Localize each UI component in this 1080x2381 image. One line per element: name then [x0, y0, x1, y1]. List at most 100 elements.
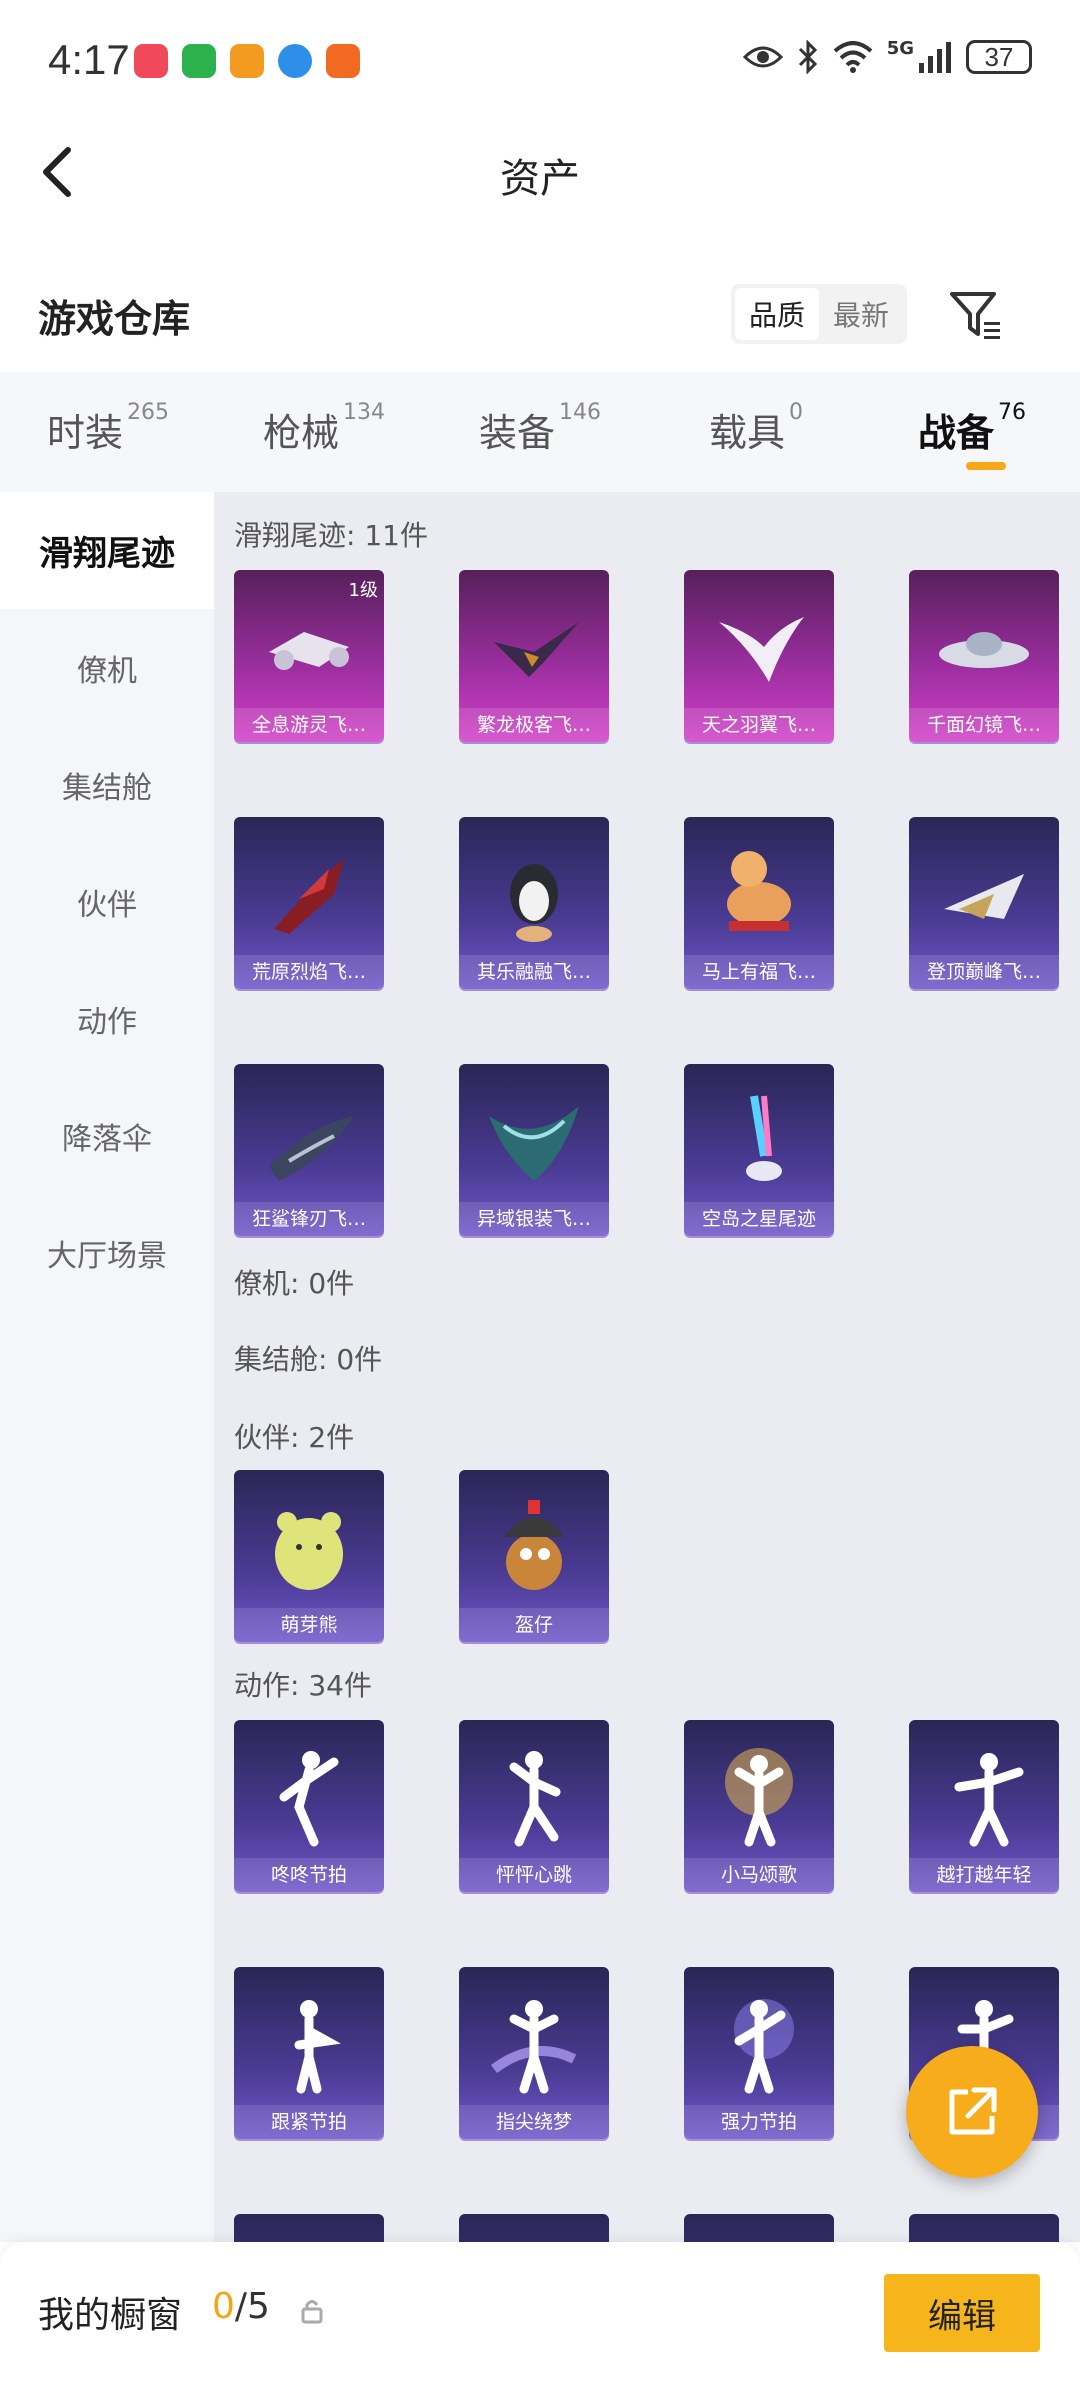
pony-song-pose-icon — [725, 1748, 793, 1847]
group-title-partner: 伙伴: 2件 — [234, 1421, 355, 1454]
item-name: 狂鲨锋刃飞… — [234, 1202, 384, 1236]
item-card[interactable] — [459, 2214, 609, 2242]
item-name: 萌芽熊 — [234, 1608, 384, 1642]
external-link-icon — [949, 2087, 997, 2135]
tab-label: 时装 — [46, 411, 123, 455]
item-name: 天之羽翼飞… — [684, 708, 834, 742]
item-card[interactable]: 天之羽翼飞… — [684, 570, 834, 742]
sidebar-item-wingman[interactable]: 僚机 — [0, 609, 214, 726]
wifi-icon — [833, 41, 873, 73]
edit-button[interactable]: 编辑 — [884, 2274, 1040, 2352]
tab-label: 载具 — [708, 411, 785, 455]
subcategory-sidebar: 滑翔尾迹 僚机 集结舱 伙伴 动作 降落伞 大厅场景 — [0, 492, 214, 2242]
glider-icon — [269, 632, 349, 670]
item-card[interactable]: 强力节拍 — [684, 1967, 834, 2139]
warehouse-header: 游戏仓库 品质 最新 — [0, 270, 1080, 365]
sort-quality-button[interactable]: 品质 — [735, 288, 819, 340]
rainbow-trail-icon — [746, 1095, 782, 1181]
tab-vehicles[interactable]: 载具 0 — [648, 372, 864, 492]
sidebar-item-lobby-scene[interactable]: 大厅场景 — [0, 1194, 214, 1311]
jet-glider-icon — [944, 874, 1024, 919]
network-type: 5G — [886, 37, 914, 59]
battery-icon: 37 — [966, 40, 1032, 74]
item-name: 指尖绕梦 — [459, 2105, 609, 2139]
item-card[interactable]: 马上有福飞… — [684, 817, 834, 989]
horse-glider-icon — [727, 851, 791, 931]
item-card[interactable]: 空岛之星尾迹 — [684, 1064, 834, 1236]
item-name: 越打越年轻 — [909, 1858, 1059, 1892]
browser-icon — [278, 44, 312, 78]
showcase-bar: 我的橱窗 0/5 编辑 — [0, 2242, 1080, 2381]
sidebar-item-parachute[interactable]: 降落伞 — [0, 1077, 214, 1194]
item-card[interactable]: 怦怦心跳 — [459, 1720, 609, 1892]
item-card[interactable]: 越打越年轻 — [909, 1720, 1059, 1892]
tab-fashion[interactable]: 时装 265 — [0, 372, 216, 492]
app-notification-icon — [134, 44, 168, 78]
item-card[interactable]: 1级 全息游灵飞… — [234, 570, 384, 742]
status-app-icons — [134, 44, 360, 78]
penguin-glider-icon — [510, 864, 558, 942]
item-card[interactable]: 盔仔 — [459, 1470, 609, 1642]
item-card[interactable]: 狂鲨锋刃飞… — [234, 1064, 384, 1236]
category-tabs: 时装 265 枪械 134 装备 146 载具 0 战备 76 — [0, 372, 1080, 492]
item-name: 空岛之星尾迹 — [684, 1202, 834, 1236]
wechat-icon — [182, 44, 216, 78]
item-card[interactable]: 跟紧节拍 — [234, 1967, 384, 2139]
bluetooth-icon — [798, 40, 817, 74]
sort-newest-button[interactable]: 最新 — [819, 288, 903, 340]
item-card[interactable]: 咚咚节拍 — [234, 1720, 384, 1892]
item-card[interactable]: 萌芽熊 — [234, 1470, 384, 1642]
tab-combat-gear[interactable]: 战备 76 — [864, 372, 1080, 492]
item-card[interactable] — [909, 2214, 1059, 2242]
sidebar-item-glide-trail[interactable]: 滑翔尾迹 — [0, 492, 214, 609]
sidebar-item-emote[interactable]: 动作 — [0, 960, 214, 1077]
group-title-emote: 动作: 34件 — [234, 1669, 372, 1702]
item-name: 咚咚节拍 — [234, 1858, 384, 1892]
eye-icon — [742, 46, 783, 68]
showcase-total: /5 — [234, 2286, 270, 2327]
status-bar: 4:17 5G 37 — [0, 0, 1080, 120]
helmet-chick-icon — [504, 1500, 564, 1590]
dragon-glider-icon — [494, 622, 579, 677]
item-level-badge: 1级 — [348, 580, 378, 601]
dream-pose-icon — [491, 2000, 577, 2094]
sidebar-item-partner[interactable]: 伙伴 — [0, 843, 214, 960]
page-title: 资产 — [500, 156, 580, 202]
tab-label: 枪械 — [262, 411, 339, 455]
sort-toggle: 品质 最新 — [731, 284, 907, 344]
item-card[interactable]: 指尖绕梦 — [459, 1967, 609, 2139]
title-bar: 资产 — [0, 120, 1080, 230]
tab-weapons[interactable]: 枪械 134 — [216, 372, 432, 492]
group-title-wingman: 僚机: 0件 — [234, 1267, 355, 1300]
item-name: 马上有福飞… — [684, 955, 834, 989]
filter-icon[interactable] — [948, 288, 1004, 344]
item-name: 全息游灵飞… — [234, 708, 384, 742]
share-fab[interactable] — [906, 2046, 1038, 2178]
ufo-glider-icon — [939, 632, 1029, 668]
bear-icon — [275, 1512, 343, 1590]
item-card[interactable] — [234, 2214, 384, 2242]
item-card[interactable]: 登顶巅峰飞… — [909, 817, 1059, 989]
status-time: 4:17 — [48, 36, 130, 83]
item-card[interactable]: 异域银装飞… — [459, 1064, 609, 1236]
tab-equipment[interactable]: 装备 146 — [432, 372, 648, 492]
heartbeat-pose-icon — [509, 1751, 561, 1847]
shark-glider-icon — [269, 1116, 354, 1181]
item-card[interactable]: 小马颂歌 — [684, 1720, 834, 1892]
item-name: 荒原烈焰飞… — [234, 955, 384, 989]
item-card[interactable]: 其乐融融飞… — [459, 817, 609, 989]
tab-label: 装备 — [478, 411, 555, 455]
game-app-icon — [230, 44, 264, 78]
tab-count: 146 — [559, 400, 601, 425]
item-grid: 滑翔尾迹: 11件 1级 全息游灵飞… 繁龙极客飞… 天之羽翼飞… 千面幻镜飞…… — [214, 492, 1080, 2242]
power-beat-pose-icon — [734, 1999, 794, 2094]
item-card[interactable]: 繁龙极客飞… — [459, 570, 609, 742]
sidebar-item-pod[interactable]: 集结舱 — [0, 726, 214, 843]
item-card[interactable]: 荒原烈焰飞… — [234, 817, 384, 989]
tab-count: 0 — [789, 400, 803, 425]
item-card[interactable] — [684, 2214, 834, 2242]
item-name: 怦怦心跳 — [459, 1858, 609, 1892]
item-name: 小马颂歌 — [684, 1858, 834, 1892]
item-card[interactable]: 千面幻镜飞… — [909, 570, 1059, 742]
status-indicators: 5G 37 — [742, 37, 1032, 74]
